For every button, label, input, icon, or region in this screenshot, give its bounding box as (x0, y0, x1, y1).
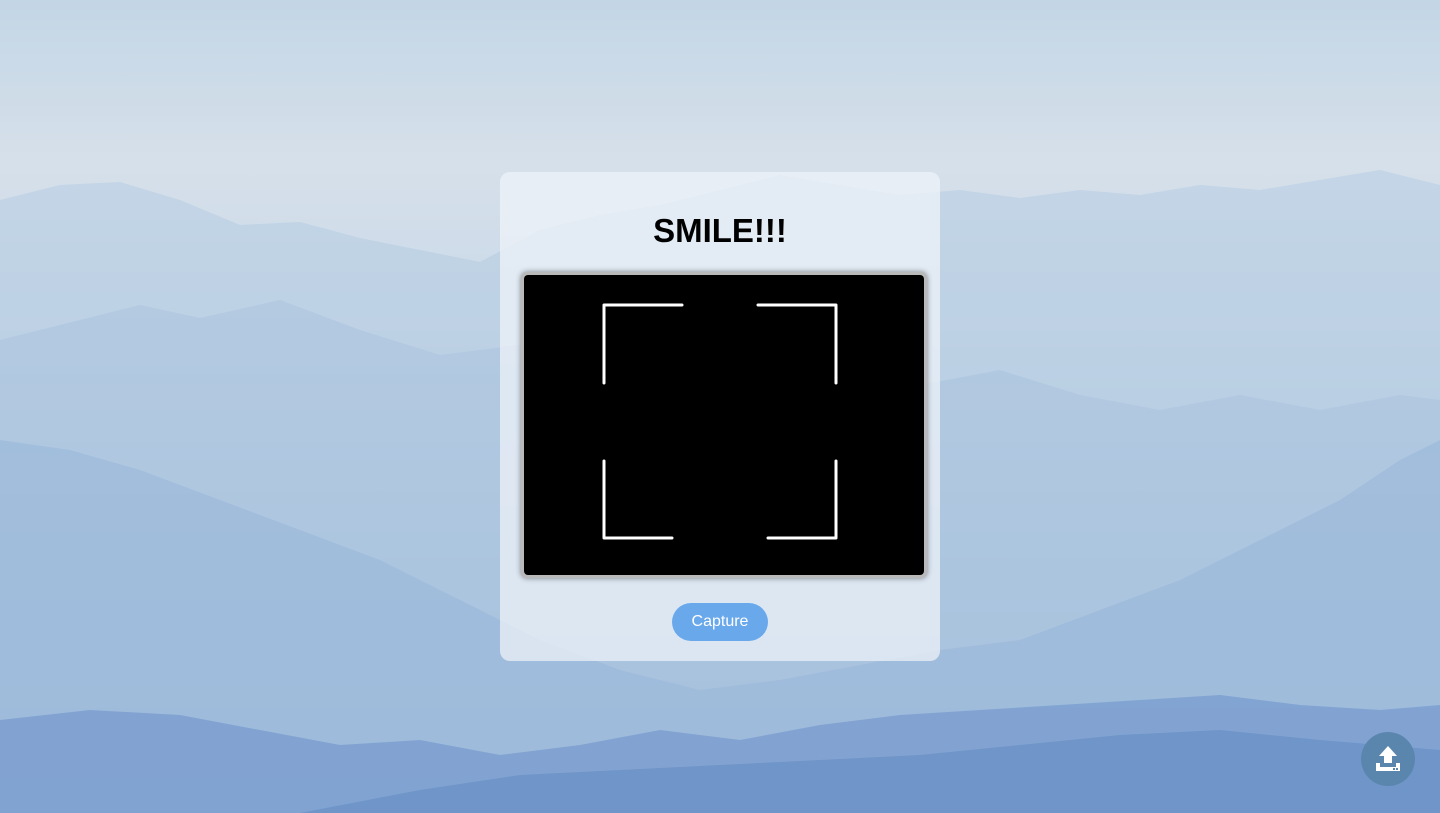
corner-top-right (756, 303, 838, 385)
capture-button[interactable]: Capture (672, 603, 768, 641)
upload-icon (1376, 746, 1400, 771)
scan-corners-icon (602, 303, 838, 540)
corner-bottom-left (602, 459, 674, 540)
corner-bottom-right (766, 459, 838, 540)
page-title: SMILE!!! (653, 212, 787, 249)
capture-card: SMILE!!! Capture (500, 172, 940, 661)
camera-frame (521, 272, 927, 578)
camera-view (524, 275, 924, 575)
upload-button[interactable] (1361, 732, 1415, 786)
corner-top-left (602, 303, 684, 385)
